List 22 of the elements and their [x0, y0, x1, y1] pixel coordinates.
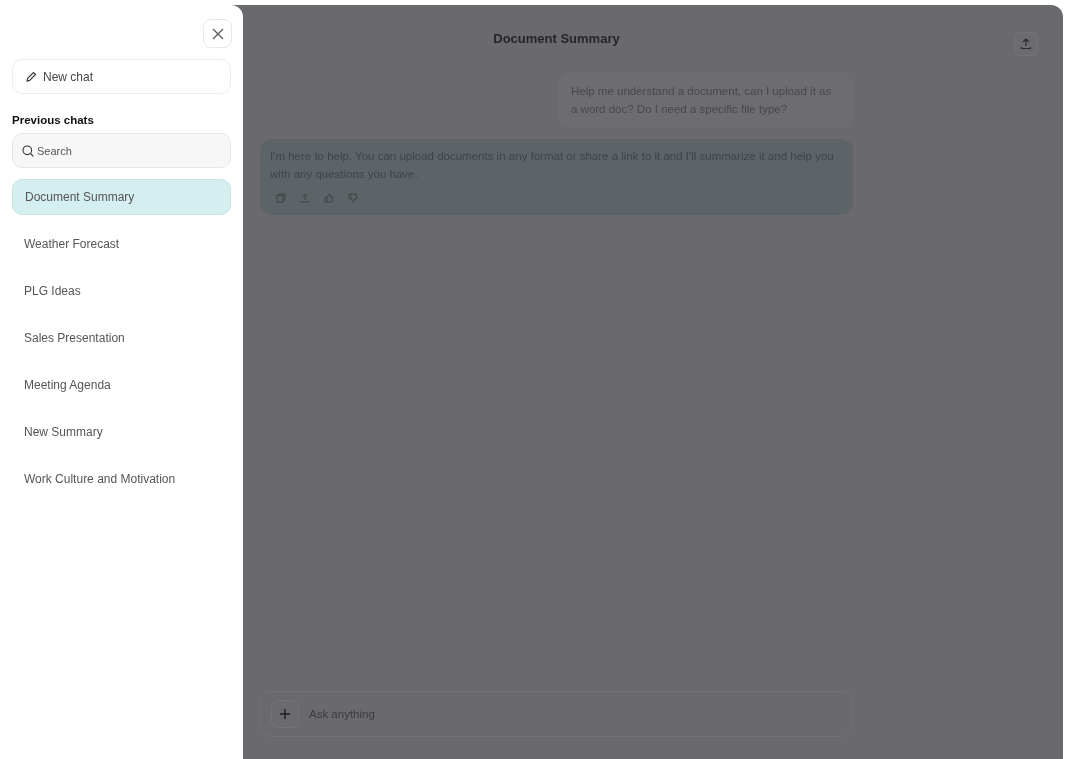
chat-history-item[interactable]: Sales Presentation [12, 320, 231, 356]
chat-history-item[interactable]: Document Summary [12, 179, 231, 215]
chat-history-item[interactable]: Meeting Agenda [12, 367, 231, 403]
plus-icon [279, 708, 291, 720]
search-field[interactable]: Search [12, 133, 231, 168]
chat-title: Document Summary [493, 30, 620, 46]
new-chat-button[interactable]: New chat [12, 59, 231, 94]
thumbs-down-icon[interactable] [348, 193, 358, 203]
chat-history-item[interactable]: Weather Forecast [12, 226, 231, 262]
close-button[interactable] [203, 19, 232, 48]
add-button[interactable] [271, 700, 299, 728]
share-button[interactable] [1014, 32, 1038, 56]
close-icon [211, 27, 224, 40]
upload-icon [1020, 38, 1032, 50]
copy-icon[interactable] [276, 193, 286, 203]
section-heading: Previous chats [12, 114, 95, 126]
upload-icon[interactable] [300, 193, 310, 203]
thumbs-up-icon[interactable] [324, 193, 334, 203]
pencil-icon [25, 70, 37, 83]
chat-history-item[interactable]: PLG Ideas [12, 273, 231, 309]
chat-history-item[interactable]: Work Culture and Motivation [12, 461, 231, 497]
chat-history-item[interactable]: New Summary [12, 414, 231, 450]
